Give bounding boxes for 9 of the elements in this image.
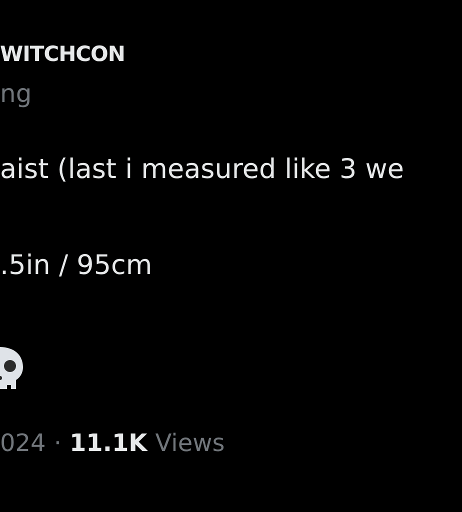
tweet-date[interactable]: 024: [0, 431, 46, 455]
views-count: 11.1K: [69, 431, 148, 455]
separator-dot: ·: [54, 431, 62, 455]
author-name[interactable]: WITCHCON: [0, 44, 462, 65]
tweet-text: aist (last i measured like 3 we: [0, 156, 404, 183]
author-handle[interactable]: ng: [0, 81, 32, 106]
skull-icon: [0, 345, 24, 391]
views-label: Views: [155, 431, 225, 455]
tweet-text: .5in / 95cm: [0, 252, 152, 279]
